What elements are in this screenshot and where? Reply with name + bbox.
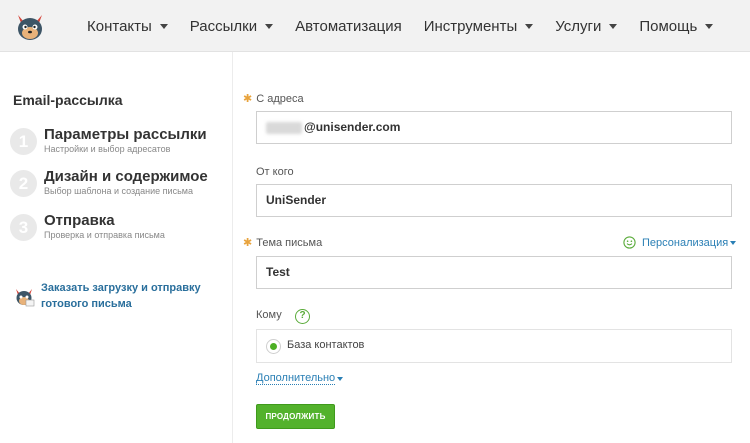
- nav-item-contacts[interactable]: Контакты: [87, 18, 168, 35]
- top-navigation-bar: Контакты Рассылки Автоматизация Инструме…: [0, 0, 750, 52]
- sidebar-divider: [232, 52, 233, 443]
- nav-item-automation[interactable]: Автоматизация: [295, 18, 402, 35]
- nav-item-label: Автоматизация: [295, 17, 402, 35]
- from-address-label: ✱ С адреса: [243, 92, 304, 105]
- step-campaign-settings[interactable]: 1 Параметры рассылки Настройки и выбор а…: [10, 126, 230, 160]
- from-name-field[interactable]: UniSender: [256, 184, 732, 217]
- subject-field[interactable]: Test: [256, 256, 732, 289]
- logo-mascot-icon[interactable]: [12, 9, 48, 45]
- personalization-label: Персонализация: [642, 236, 729, 249]
- step-sending[interactable]: 3 Отправка Проверка и отправка письма: [10, 212, 230, 246]
- from-address-label-text: С адреса: [256, 93, 304, 105]
- chevron-down-icon: [265, 24, 274, 29]
- sidebar-title: Email-рассылка: [13, 92, 123, 108]
- mascot-small-icon: [16, 289, 35, 307]
- nav-item-campaigns[interactable]: Рассылки: [189, 17, 274, 35]
- chevron-down-icon: [525, 24, 534, 29]
- order-upload-link[interactable]: Заказать загрузку и отправку готового пи…: [41, 280, 221, 312]
- step-number: 2: [10, 170, 37, 197]
- step-subtitle: Проверка и отправка письма: [44, 230, 165, 240]
- contacts-base-radio[interactable]: [266, 339, 281, 354]
- step-number: 3: [10, 214, 37, 241]
- required-asterisk-icon: ✱: [243, 237, 253, 249]
- chevron-down-icon: [705, 24, 714, 29]
- nav-item-label: Услуги: [555, 17, 602, 35]
- nav-item-label: Контакты: [87, 17, 152, 35]
- chevron-down-icon: [609, 24, 618, 29]
- required-asterisk-icon: ✱: [243, 93, 253, 105]
- nav-item-tools[interactable]: Инструменты: [424, 18, 534, 35]
- step-subtitle: Выбор шаблона и создание письма: [44, 186, 193, 196]
- nav-item-help[interactable]: Помощь: [639, 17, 714, 35]
- from-name-value: UniSender: [266, 193, 327, 207]
- step-subtitle: Настройки и выбор адресатов: [44, 144, 171, 154]
- personalization-dropdown[interactable]: Персонализация: [623, 236, 737, 249]
- step-title: Отправка: [44, 212, 115, 229]
- sidebar: Email-рассылка 1 Параметры рассылки Наст…: [0, 52, 232, 443]
- redacted-text: [266, 121, 302, 134]
- step-design-content[interactable]: 2 Дизайн и содержимое Выбор шаблона и со…: [10, 168, 230, 202]
- additional-options-toggle[interactable]: Дополнительно: [256, 372, 344, 385]
- subject-value: Test: [266, 265, 290, 279]
- recipients-box: База контактов: [256, 329, 732, 363]
- radio-selected-icon: [270, 343, 277, 350]
- continue-button[interactable]: ПРОДОЛЖИТЬ: [256, 404, 335, 429]
- from-address-value: @unisender.com: [304, 120, 401, 134]
- step-number: 1: [10, 128, 37, 155]
- to-label: Кому: [256, 309, 282, 321]
- nav-item-label: Помощь: [639, 17, 698, 35]
- subject-label-text: Тема письма: [256, 237, 323, 249]
- from-address-field[interactable]: @unisender.com: [256, 111, 732, 144]
- smiley-icon: [623, 236, 636, 249]
- nav-item-label: Рассылки: [189, 17, 258, 35]
- step-title: Параметры рассылки: [44, 126, 207, 143]
- step-title: Дизайн и содержимое: [44, 168, 208, 185]
- from-name-label: От кого: [256, 166, 294, 178]
- nav-item-label: Инструменты: [423, 17, 518, 35]
- nav-item-services[interactable]: Услуги: [555, 17, 618, 35]
- help-icon[interactable]: ?: [295, 309, 310, 324]
- chevron-down-icon: [730, 240, 737, 245]
- additional-options-label: Дополнительно: [256, 372, 336, 385]
- chevron-down-icon: [159, 24, 168, 29]
- subject-label: ✱ Тема письма: [243, 236, 322, 249]
- chevron-down-icon: [337, 376, 344, 381]
- main-nav: Контакты Рассылки Автоматизация Инструме…: [87, 0, 735, 52]
- contacts-base-label[interactable]: База контактов: [287, 339, 364, 351]
